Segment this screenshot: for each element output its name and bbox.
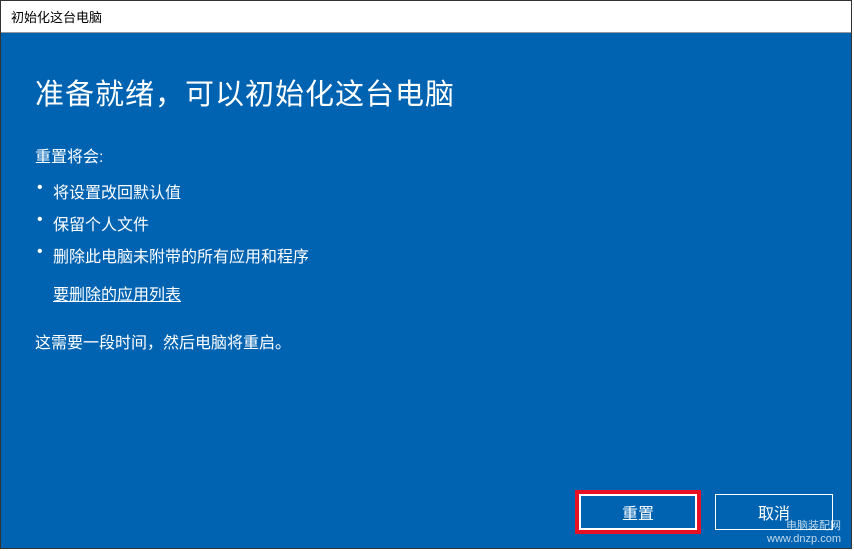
watermark-line2: www.dnzp.com xyxy=(767,533,841,546)
bullet-item: 保留个人文件 xyxy=(35,207,817,239)
restart-note: 这需要一段时间，然后电脑将重启。 xyxy=(35,329,817,353)
subheading: 重置将会: xyxy=(35,143,817,167)
dialog-window: 初始化这台电脑 准备就绪，可以初始化这台电脑 重置将会: 将设置改回默认值 保留… xyxy=(0,0,852,549)
dialog-content: 准备就绪，可以初始化这台电脑 重置将会: 将设置改回默认值 保留个人文件 删除此… xyxy=(1,33,851,548)
window-title: 初始化这台电脑 xyxy=(11,10,102,25)
watermark-line1: 电脑装配网 xyxy=(767,520,841,533)
bullet-item: 将设置改回默认值 xyxy=(35,175,817,207)
reset-button[interactable]: 重置 xyxy=(579,494,697,530)
main-heading: 准备就绪，可以初始化这台电脑 xyxy=(35,71,817,113)
bullet-list: 将设置改回默认值 保留个人文件 删除此电脑未附带的所有应用和程序 xyxy=(35,175,817,271)
watermark: 电脑装配网 www.dnzp.com xyxy=(767,520,841,546)
bullet-item: 删除此电脑未附带的所有应用和程序 xyxy=(35,239,817,271)
apps-to-remove-link[interactable]: 要删除的应用列表 xyxy=(53,281,817,305)
titlebar: 初始化这台电脑 xyxy=(1,1,851,33)
